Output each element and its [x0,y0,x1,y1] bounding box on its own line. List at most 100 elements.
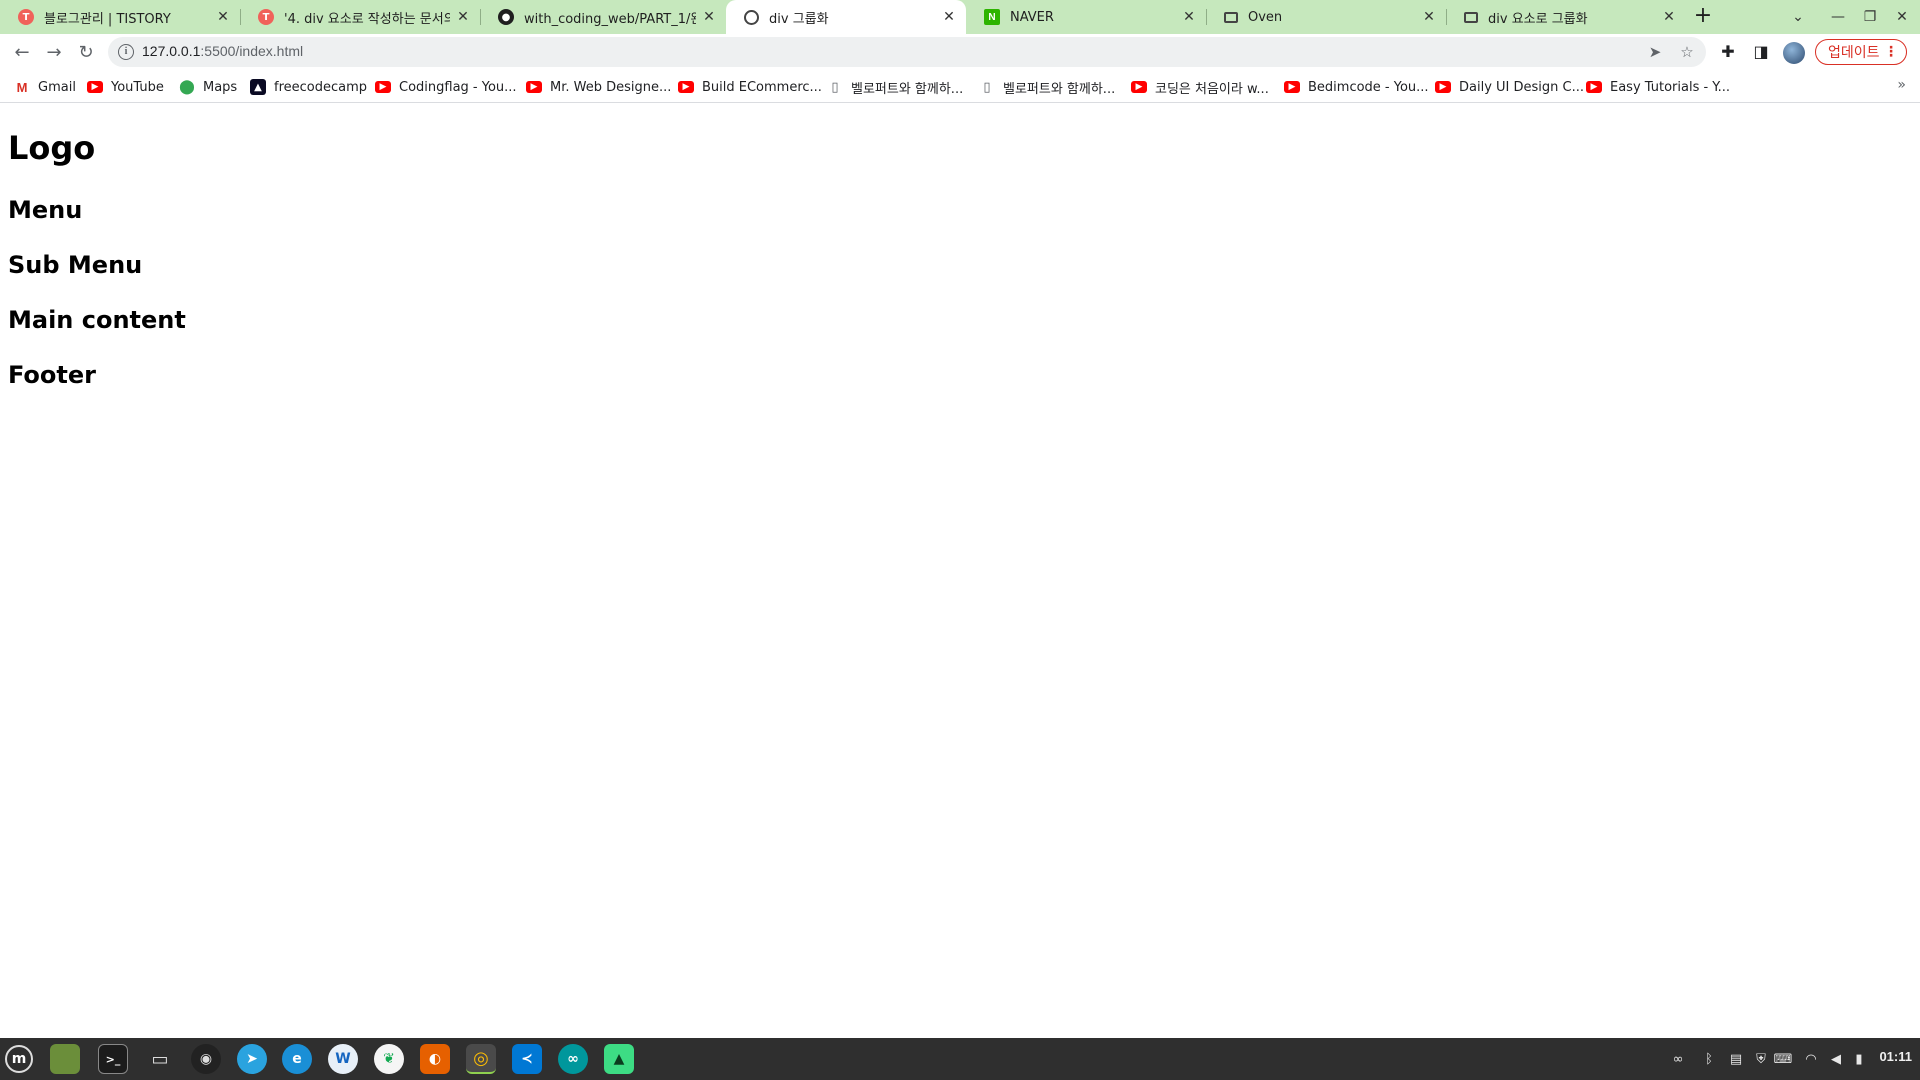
naver-icon: N [984,9,1000,25]
wifi-icon[interactable]: ◠ [1802,1050,1820,1068]
reload-icon[interactable]: ↻ [72,38,100,66]
bookmark-velopert-2[interactable]: ▯ 벨로퍼트와 함께하... [979,77,1115,97]
bookmark-easy-tutorials[interactable]: ▶ Easy Tutorials - Y... [1586,77,1730,97]
close-icon[interactable]: ✕ [1662,9,1676,25]
close-window-button[interactable]: ✕ [1886,0,1918,34]
bookmark-maps[interactable]: ⬤ Maps [179,77,237,97]
chrome-icon[interactable]: ◎ [466,1044,496,1074]
bookmark-freecodecamp[interactable]: ▲ freecodecamp [250,77,367,97]
tab-title: div 요소로 그룹화 [1488,11,1588,27]
bookmark-daily-ui[interactable]: ▶ Daily UI Design C... [1435,77,1584,97]
arduino-icon[interactable]: ∞ [558,1044,588,1074]
new-tab-button[interactable]: + [1690,4,1716,30]
close-icon[interactable]: ✕ [216,9,230,25]
page-icon [1224,11,1238,23]
bookmark-build-ecommerce[interactable]: ▶ Build ECommerc... [678,77,822,97]
bookmark-bedimcode[interactable]: ▶ Bedimcode - You... [1284,77,1429,97]
tab-title: '4. div 요소로 작성하는 문서의 그 [284,11,450,27]
github-icon: ● [498,9,514,25]
bookmark-label: YouTube [111,79,164,95]
tab-search-chevron-icon[interactable]: ⌄ [1782,0,1814,34]
tab-div-element-grouping[interactable]: div 요소로 그룹화 ✕ [1446,0,1686,34]
close-icon[interactable]: ✕ [1182,9,1196,25]
mint-menu-icon[interactable]: m [5,1045,33,1073]
bookmark-star-icon[interactable]: ☆ [1676,41,1698,63]
battery-icon[interactable]: ▮ [1850,1050,1868,1068]
telegram-icon[interactable]: ➤ [237,1044,267,1074]
bluetooth-icon[interactable]: ᛒ [1700,1050,1718,1068]
terminal-icon[interactable]: >_ [98,1044,128,1074]
os-taskbar: m >_ ▭ ◉ ➤ e W ❦ ◐ ◎ ≺ ∞ ▲ ∞ ᛒ ▤ ⛨ ⌨ ◠ ◀… [0,1038,1920,1080]
tab-oven[interactable]: Oven ✕ [1206,0,1446,34]
book-icon: ▯ [831,79,839,95]
tistory-icon: T [258,9,274,25]
tab-div-grouping-active[interactable]: div 그룹화 ✕ [726,0,966,34]
restore-button[interactable]: ❐ [1854,0,1886,34]
shield-icon[interactable]: ⛨ [1752,1050,1770,1068]
clipboard-icon[interactable]: ▤ [1727,1050,1745,1068]
system-clock[interactable]: 01:11 [1879,1049,1912,1064]
mongodb-icon[interactable]: ❦ [374,1044,404,1074]
close-icon[interactable]: ✕ [942,9,956,25]
tab-title: 블로그관리 | TISTORY [44,11,171,27]
bookmark-label: Bedimcode - You... [1308,79,1429,95]
bookmark-gmail[interactable]: M Gmail [14,77,76,97]
tab-title: NAVER [1010,9,1054,25]
close-icon[interactable]: ✕ [456,9,470,25]
bookmark-youtube[interactable]: ▶ YouTube [87,77,164,97]
update-button[interactable]: 업데이트 ⋮ [1815,39,1907,65]
files-green-icon[interactable] [50,1044,80,1074]
tistory-icon: T [18,9,34,25]
infinity-icon[interactable]: ∞ [1667,1050,1689,1068]
writer-icon[interactable]: W [328,1044,358,1074]
browser-toolbar: ← → ↻ i 127.0.0.1:5500/index.html ➤ ☆ ✚ … [0,34,1920,70]
menu-dots-icon: ⋮ [1884,44,1898,60]
bookmark-label: 코딩은 처음이라 w... [1155,81,1269,97]
back-arrow-icon[interactable]: ← [8,38,36,66]
firefox-icon[interactable]: ◐ [420,1044,450,1074]
bookmark-mr-web-designer[interactable]: ▶ Mr. Web Designe... [526,77,671,97]
bookmark-label: Daily UI Design C... [1459,79,1584,95]
keyboard-icon[interactable]: ⌨ [1774,1050,1793,1068]
sub-menu-heading: Sub Menu [8,251,143,279]
tab-tistory-post[interactable]: T '4. div 요소로 작성하는 문서의 그 ✕ [240,0,480,34]
bookmark-label: 벨로퍼트와 함께하... [1003,81,1116,97]
side-panel-icon[interactable]: ◨ [1749,40,1773,64]
bookmark-label: Codingflag - You... [399,79,517,95]
bookmark-coding-first-time[interactable]: ▶ 코딩은 처음이라 w... [1131,77,1269,97]
bookmark-label: 벨로퍼트와 함께하... [851,81,964,97]
minimize-button[interactable]: — [1822,0,1854,34]
obs-icon[interactable]: ◉ [191,1044,221,1074]
close-icon[interactable]: ✕ [1422,9,1436,25]
share-icon[interactable]: ➤ [1644,41,1666,63]
vscode-icon[interactable]: ≺ [512,1044,542,1074]
android-studio-icon[interactable]: ▲ [604,1044,634,1074]
web-page-content: Logo Menu Sub Menu Main content Footer [0,104,1920,1038]
forward-arrow-icon[interactable]: → [40,38,68,66]
tab-naver[interactable]: N NAVER ✕ [966,0,1206,34]
youtube-icon: ▶ [1435,81,1451,93]
gmail-icon: M [16,79,28,95]
bookmark-label: Build ECommerc... [702,79,822,95]
bookmark-label: Easy Tutorials - Y... [1610,79,1731,95]
edge-icon[interactable]: e [282,1044,312,1074]
file-manager-icon[interactable]: ▭ [145,1044,175,1074]
profile-avatar[interactable] [1783,42,1805,64]
url-text[interactable]: 127.0.0.1:5500/index.html [142,43,303,59]
globe-icon [744,9,759,25]
bookmark-codingflag[interactable]: ▶ Codingflag - You... [375,77,517,97]
url-path: :5500/index.html [200,43,304,59]
tab-github[interactable]: ● with_coding_web/PART_1/완성 ✕ [480,0,726,34]
browser-tabstrip: T 블로그관리 | TISTORY ✕ T '4. div 요소로 작성하는 문… [0,0,1920,34]
extensions-puzzle-icon[interactable]: ✚ [1716,40,1740,64]
address-bar[interactable]: i 127.0.0.1:5500/index.html ➤ ☆ [108,37,1706,67]
tab-title: Oven [1248,9,1283,25]
site-info-icon[interactable]: i [118,44,134,60]
bookmarks-overflow-chevron-icon[interactable]: » [1897,77,1906,93]
close-icon[interactable]: ✕ [702,9,716,25]
youtube-icon: ▶ [1586,81,1602,93]
tab-tistory-admin[interactable]: T 블로그관리 | TISTORY ✕ [0,0,240,34]
youtube-icon: ▶ [375,81,391,93]
bookmark-velopert-1[interactable]: ▯ 벨로퍼트와 함께하... [827,77,963,97]
volume-icon[interactable]: ◀ [1827,1050,1845,1068]
